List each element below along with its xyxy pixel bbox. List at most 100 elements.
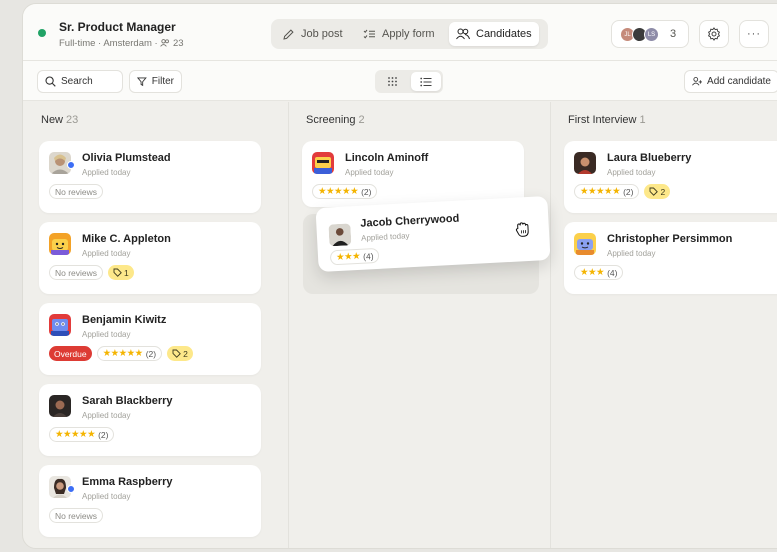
gear-icon bbox=[707, 27, 721, 41]
dragged-candidate-card[interactable]: Jacob Cherrywood Applied today ★★★ (4) bbox=[315, 195, 551, 273]
applied-date: Applied today bbox=[82, 168, 131, 177]
team-count: 3 bbox=[670, 28, 677, 40]
candidate-name: Benjamin Kiwitz bbox=[82, 314, 167, 326]
applied-date: Applied today bbox=[82, 330, 131, 339]
online-indicator bbox=[67, 161, 75, 169]
ellipsis-icon: ··· bbox=[747, 28, 761, 40]
candidate-name: Laura Blueberry bbox=[607, 152, 692, 164]
column-count: 2 bbox=[358, 114, 365, 126]
checklist-icon bbox=[363, 29, 375, 38]
reviews-badge: No reviews bbox=[49, 265, 104, 280]
applied-date: Applied today bbox=[82, 492, 131, 501]
list-view-button[interactable] bbox=[411, 72, 441, 91]
people-icon bbox=[456, 28, 470, 40]
top-bar: Sr. Product Manager Full-time · Amsterda… bbox=[23, 4, 777, 61]
star-rating: ★★★ bbox=[580, 267, 605, 278]
tab-job-post[interactable]: Job post bbox=[275, 22, 350, 46]
candidate-card[interactable]: Emma Raspberry Applied today No reviews bbox=[39, 465, 261, 537]
more-button[interactable]: ··· bbox=[739, 20, 769, 48]
grid-view-button[interactable] bbox=[377, 72, 407, 91]
job-meta-text: Full-time · Amsterdam · bbox=[59, 38, 161, 49]
view-toggle bbox=[375, 70, 443, 93]
card-badges: ★★★★★ (2) bbox=[49, 427, 115, 442]
search-input[interactable]: Search bbox=[37, 70, 123, 93]
toolbar: Search Filter Add candidate bbox=[23, 61, 777, 101]
applied-date: Applied today bbox=[360, 231, 410, 243]
avatar bbox=[312, 152, 334, 174]
avatar bbox=[328, 223, 352, 247]
tag-badge: 1 bbox=[108, 265, 134, 280]
search-placeholder: Search bbox=[61, 76, 93, 87]
reviews-badge: No reviews bbox=[49, 184, 104, 199]
overdue-badge: Overdue bbox=[49, 346, 92, 361]
applied-date: Applied today bbox=[82, 249, 131, 258]
tag-badge: 2 bbox=[644, 184, 671, 199]
settings-button[interactable] bbox=[699, 20, 729, 48]
candidate-name: Sarah Blackberry bbox=[82, 395, 173, 407]
candidate-card[interactable]: Sarah Blackberry Applied today ★★★★★ (2) bbox=[39, 384, 261, 456]
team-members[interactable]: JL LS 3 bbox=[611, 20, 689, 48]
tab-apply-form[interactable]: Apply form bbox=[356, 22, 442, 46]
add-user-icon bbox=[692, 77, 703, 86]
applicant-count: 23 bbox=[173, 38, 184, 49]
avatar: LS bbox=[644, 27, 659, 42]
column-screening: Screening 2 Lincoln Aminoff Applied today… bbox=[288, 102, 550, 548]
card-badges: No reviews 1 bbox=[49, 265, 134, 280]
grid-icon bbox=[387, 77, 397, 86]
star-rating: ★★★★★ bbox=[580, 186, 621, 197]
card-badges: ★★★ (4) bbox=[329, 247, 380, 266]
tag-icon bbox=[172, 349, 181, 358]
job-meta: Full-time · Amsterdam · 23 bbox=[59, 38, 184, 49]
tag-icon bbox=[113, 268, 122, 277]
applied-date: Applied today bbox=[607, 249, 656, 258]
rating-badge: ★★★★★ (2) bbox=[574, 184, 640, 199]
avatar bbox=[574, 233, 596, 255]
candidate-card[interactable]: Mike C. Appleton Applied today No review… bbox=[39, 222, 261, 294]
star-rating: ★★★★★ bbox=[318, 186, 359, 197]
candidate-card[interactable]: Christopher Persimmon Applied today ★★★(… bbox=[564, 222, 777, 294]
rating-badge: ★★★★★ (2) bbox=[96, 346, 163, 361]
candidate-card[interactable]: Laura Blueberry Applied today ★★★★★ (2) 2 bbox=[564, 141, 777, 213]
people-icon bbox=[160, 39, 170, 47]
column-title: New 23 bbox=[41, 114, 79, 126]
avatar bbox=[49, 314, 71, 336]
add-candidate-label: Add candidate bbox=[707, 76, 771, 87]
candidate-card[interactable]: Olivia Plumstead Applied today No review… bbox=[39, 141, 261, 213]
card-badges: No reviews bbox=[49, 184, 104, 199]
app-window: Sr. Product Manager Full-time · Amsterda… bbox=[22, 3, 777, 549]
candidate-name: Mike C. Appleton bbox=[82, 233, 171, 245]
pencil-icon bbox=[283, 28, 294, 40]
column-first-interview: First Interview 1 Laura Blueberry Applied… bbox=[550, 102, 777, 548]
column-new: New 23 Olivia Plumstead Applied today No … bbox=[23, 102, 288, 548]
card-badges: No reviews bbox=[49, 508, 104, 523]
avatar bbox=[574, 152, 596, 174]
online-indicator bbox=[67, 485, 75, 493]
card-badges: ★★★ (4) bbox=[574, 265, 624, 280]
tab-candidates[interactable]: Candidates bbox=[449, 22, 539, 46]
tag-icon bbox=[650, 187, 659, 196]
job-status-dot bbox=[38, 29, 46, 37]
filter-button[interactable]: Filter bbox=[129, 70, 182, 93]
applied-date: Applied today bbox=[345, 168, 394, 177]
candidate-name: Christopher Persimmon bbox=[607, 233, 733, 245]
grab-cursor-icon bbox=[515, 222, 529, 237]
filter-icon bbox=[137, 77, 147, 87]
column-count: 23 bbox=[66, 114, 79, 126]
candidate-name: Jacob Cherrywood bbox=[360, 212, 460, 230]
add-candidate-button[interactable]: Add candidate bbox=[684, 70, 777, 93]
star-rating: ★★★★★ bbox=[102, 348, 144, 359]
card-badges: ★★★★★ (2) 2 bbox=[574, 184, 671, 199]
list-icon bbox=[420, 77, 432, 86]
star-rating: ★★★★★ bbox=[55, 429, 96, 440]
job-title: Sr. Product Manager bbox=[59, 20, 176, 34]
applied-date: Applied today bbox=[607, 168, 656, 177]
avatar bbox=[49, 395, 71, 417]
card-badges: Overdue ★★★★★ (2) 2 bbox=[49, 346, 193, 361]
candidate-card[interactable]: Benjamin Kiwitz Applied today Overdue ★★… bbox=[39, 303, 261, 375]
rating-badge: ★★★ (4) bbox=[329, 247, 380, 266]
candidate-name: Emma Raspberry bbox=[82, 476, 173, 488]
star-rating: ★★★ bbox=[335, 250, 361, 264]
candidate-card[interactable]: Lincoln Aminoff Applied today ★★★★★ (2) bbox=[302, 141, 524, 207]
tab-label: Candidates bbox=[476, 28, 532, 40]
reviews-badge: No reviews bbox=[49, 508, 104, 523]
